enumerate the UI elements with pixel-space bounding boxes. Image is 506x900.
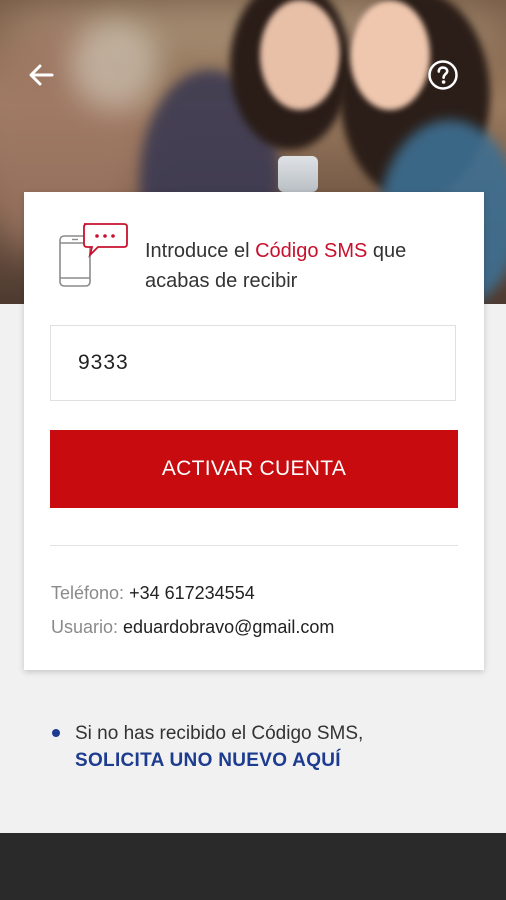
sms-code-field[interactable] — [50, 325, 456, 401]
phone-value: +34 617234554 — [129, 583, 255, 603]
phone-label: Teléfono: — [51, 583, 125, 603]
activate-account-button[interactable]: ACTIVAR CUENTA — [50, 430, 458, 508]
arrow-left-icon — [29, 64, 54, 86]
question-circle-icon — [428, 60, 458, 90]
user-info: Usuario: eduardobravo@gmail.com — [51, 617, 334, 638]
sms-code-card: Introduce el Código SMS que acabas de re… — [24, 192, 484, 670]
bottom-bar — [0, 833, 506, 900]
instruction-text: Introduce el Código SMS que acabas de re… — [145, 240, 407, 292]
divider — [50, 545, 458, 546]
resend-note: Si no has recibido el Código SMS, — [75, 723, 364, 744]
user-label: Usuario: — [51, 617, 119, 637]
sms-code-input[interactable] — [78, 326, 378, 400]
sms-code-highlight: Código SMS — [255, 240, 368, 262]
resend-code-link[interactable]: SOLICITA UNO NUEVO AQUÍ — [75, 747, 341, 775]
back-button[interactable] — [24, 58, 58, 92]
phone-info: Teléfono: +34 617234554 — [51, 583, 255, 604]
bullet-icon — [52, 729, 60, 737]
sms-phone-icon — [59, 223, 128, 287]
help-button[interactable] — [426, 58, 460, 92]
user-value: eduardobravo@gmail.com — [123, 617, 335, 637]
